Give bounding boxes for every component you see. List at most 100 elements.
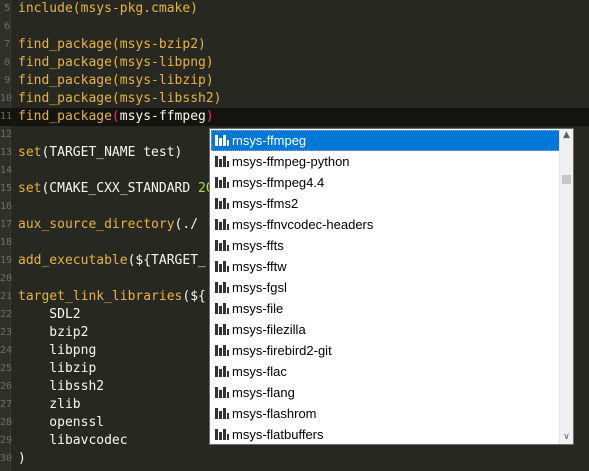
line-number: 27 <box>0 399 13 410</box>
code-text: add_executable(${TARGET_ <box>18 252 206 270</box>
code-line[interactable]: 9 find_package(msys-libzip) <box>0 72 589 90</box>
line-number: 11 <box>0 111 13 122</box>
line-number: 18 <box>0 237 13 248</box>
code-line[interactable]: 8 find_package(msys-libpng) <box>0 54 589 72</box>
line-number: 6 <box>3 21 10 32</box>
autocomplete-scrollbar[interactable]: ▲ ∨ <box>559 129 573 444</box>
code-line[interactable]: 7 find_package(msys-bzip2) <box>0 36 589 54</box>
line-number: 13 <box>0 147 13 158</box>
code-token: ) <box>18 451 26 466</box>
code-token: (${ <box>182 289 206 304</box>
line-number: 10 <box>0 93 13 104</box>
code-text: find_package(msys-libpng) <box>18 54 214 72</box>
autocomplete-item-label: msys-ffmpeg <box>232 133 307 148</box>
code-token: set <box>18 181 42 196</box>
line-number: 19 <box>0 255 13 266</box>
autocomplete-item[interactable]: msys-fftw <box>211 256 561 277</box>
code-text: ) <box>18 450 26 468</box>
autocomplete-item-label: msys-ffnvcodec-headers <box>232 217 374 232</box>
autocomplete-item-label: msys-firebird2-git <box>232 343 332 358</box>
code-line[interactable]: 30) <box>0 450 589 468</box>
autocomplete-item-label: msys-file <box>232 301 284 316</box>
code-token: (msys-bzip2) <box>111 37 206 52</box>
code-token: zlib <box>18 397 81 412</box>
autocomplete-item-label: msys-filezilla <box>232 322 306 337</box>
scrollbar-thumb[interactable] <box>562 175 571 184</box>
autocomplete-item[interactable]: msys-ffts <box>211 235 561 256</box>
line-number: 29 <box>0 435 13 446</box>
code-text: include(msys-pkg.cmake) <box>18 0 198 18</box>
code-token: set <box>18 145 42 160</box>
code-text: zlib <box>18 396 81 414</box>
line-number: 14 <box>0 165 13 176</box>
package-icon <box>215 135 229 146</box>
code-text: find_package(msys-bzip2) <box>18 36 206 54</box>
autocomplete-popup[interactable]: msys-ffmpeg msys-ffmpeg-python msys-ffmpeg… <box>209 128 574 445</box>
autocomplete-item[interactable]: msys-filezilla <box>211 319 561 340</box>
autocomplete-list[interactable]: msys-ffmpeg msys-ffmpeg-python msys-ffmpeg… <box>211 130 561 445</box>
autocomplete-item[interactable]: msys-ffnvcodec-headers <box>211 214 561 235</box>
autocomplete-item[interactable]: msys-ffmpeg4.4 <box>211 172 561 193</box>
line-number: 26 <box>0 381 13 392</box>
code-token: (msys-libzip) <box>111 73 214 88</box>
code-token: find_package <box>18 91 112 106</box>
scroll-down-icon[interactable]: ∨ <box>560 431 573 444</box>
code-token: (CMAKE_CXX_STANDARD <box>41 181 199 196</box>
autocomplete-item[interactable]: msys-flashrom <box>211 403 561 424</box>
autocomplete-item[interactable]: msys-file <box>211 298 561 319</box>
code-text: find_package(msys-ffmpeg) <box>18 108 214 126</box>
autocomplete-item-label: msys-ffmpeg-python <box>232 154 350 169</box>
code-text: target_link_libraries(${ <box>18 288 206 306</box>
line-number: 28 <box>0 417 13 428</box>
code-token: find_package <box>18 73 112 88</box>
code-text: libpng <box>18 342 96 360</box>
line-number: 22 <box>0 309 13 320</box>
code-token: (./ <box>174 217 206 232</box>
code-line[interactable]: 5 include(msys-pkg.cmake) <box>0 0 589 18</box>
scroll-up-icon[interactable]: ▲ <box>560 129 573 142</box>
current-code-line[interactable]: 11 find_package(msys-ffmpeg) <box>0 108 589 126</box>
package-icon <box>215 429 229 440</box>
code-token: ( <box>111 109 120 124</box>
package-icon <box>215 366 229 377</box>
autocomplete-item[interactable]: msys-flac <box>211 361 561 382</box>
code-text: SDL2 <box>18 306 80 324</box>
code-token: (msys-libpng) <box>111 55 214 70</box>
code-token: (${TARGET_ <box>127 253 206 268</box>
autocomplete-item[interactable]: msys-ffmpeg <box>211 130 561 151</box>
code-token: find_package <box>18 109 112 124</box>
package-icon <box>215 408 229 419</box>
code-token: find_package <box>18 55 112 70</box>
code-line[interactable]: 6 <box>0 18 589 36</box>
code-line[interactable]: 10 find_package(msys-libssh2) <box>0 90 589 108</box>
line-number: 15 <box>0 183 13 194</box>
line-number: 23 <box>0 327 13 338</box>
package-icon <box>215 324 229 335</box>
package-icon <box>215 387 229 398</box>
autocomplete-item[interactable]: msys-ffms2 <box>211 193 561 214</box>
package-icon <box>215 303 229 314</box>
autocomplete-item[interactable]: msys-fgsl <box>211 277 561 298</box>
autocomplete-item-label: msys-flatbuffers <box>232 427 324 442</box>
line-number: 25 <box>0 363 13 374</box>
line-number: 5 <box>3 3 10 14</box>
line-number: 16 <box>0 201 13 212</box>
autocomplete-item-label: msys-ffts <box>232 238 284 253</box>
package-icon <box>215 345 229 356</box>
code-token: openssl <box>18 415 105 430</box>
line-number: 7 <box>3 39 10 50</box>
package-icon <box>215 177 229 188</box>
autocomplete-item[interactable]: msys-flang <box>211 382 561 403</box>
code-token: bzip2 <box>18 325 89 340</box>
autocomplete-item[interactable]: msys-flatbuffers <box>211 424 561 445</box>
package-icon <box>215 261 229 272</box>
code-text: bzip2 <box>18 324 88 342</box>
autocomplete-item[interactable]: msys-firebird2-git <box>211 340 561 361</box>
line-number: 8 <box>3 57 10 68</box>
code-text: set(CMAKE_CXX_STANDARD 20 <box>18 180 214 198</box>
code-text: find_package(msys-libzip) <box>18 72 214 90</box>
autocomplete-item[interactable]: msys-ffmpeg-python <box>211 151 561 172</box>
code-token: libzip <box>18 361 97 376</box>
code-token: include(msys-pkg.cmake) <box>18 1 199 16</box>
code-token: (TARGET_NAME test) <box>41 145 183 160</box>
